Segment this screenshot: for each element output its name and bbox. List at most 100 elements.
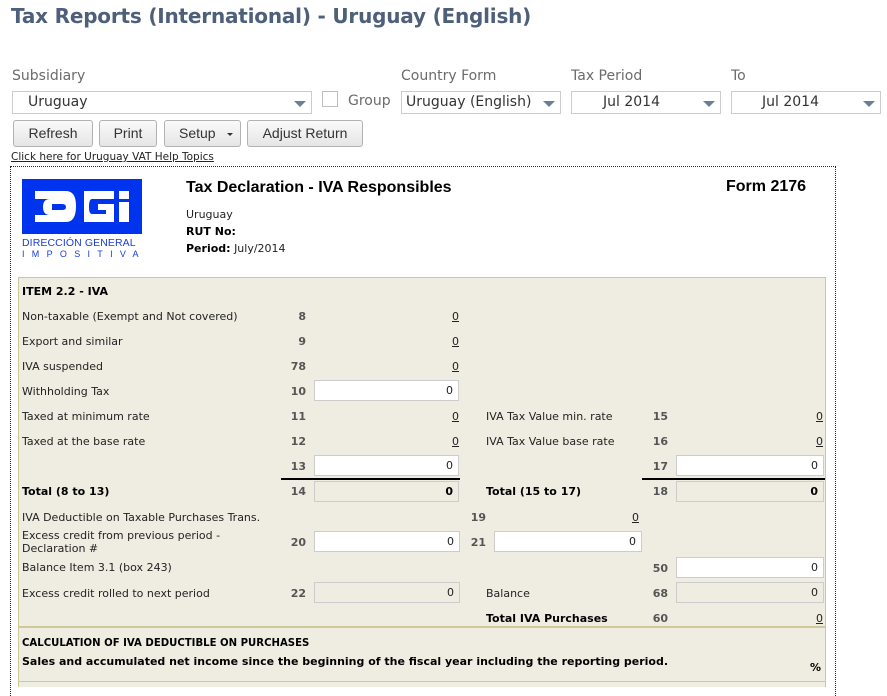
group-checkbox[interactable]: [322, 91, 338, 107]
box-number: 16: [652, 435, 668, 448]
box-13-input[interactable]: 0: [314, 455, 459, 476]
box-number: 21: [470, 536, 486, 549]
row-label: IVA Tax Value base rate: [486, 435, 615, 448]
rut-label: RUT No:: [186, 225, 236, 238]
box-number: 50: [652, 562, 668, 575]
row-label: Excess credit rolled to next period: [22, 587, 210, 600]
to-period-value: Jul 2014: [762, 94, 819, 110]
value-link[interactable]: 0: [780, 435, 823, 448]
chevron-down-icon: [703, 101, 715, 107]
tax-period-label: Tax Period: [571, 68, 643, 84]
excess-rolled-field: 0: [314, 582, 460, 603]
percent-unit: %: [810, 661, 822, 674]
dgi-logo: DIRECCIÓN GENERAL IMPOSITIVA: [22, 179, 142, 261]
dgi-logo-mark: [22, 179, 142, 234]
page-title: Tax Reports (International) - Uruguay (E…: [11, 4, 532, 28]
total-rule: [642, 478, 825, 480]
company-name: Uruguay: [186, 208, 233, 221]
balance-field: 0: [676, 582, 824, 603]
logo-text-line1: DIRECCIÓN GENERAL: [22, 237, 136, 249]
row-label: Withholding Tax: [22, 385, 110, 398]
chevron-down-icon: [294, 101, 306, 107]
chevron-down-icon: [543, 101, 555, 107]
row-label: Balance: [486, 587, 530, 600]
section-divider: [18, 681, 826, 682]
box-number: 15: [652, 410, 668, 423]
excess-credit-input[interactable]: 0: [314, 531, 460, 552]
declaration-number-input[interactable]: 0: [494, 531, 642, 552]
box-number: 10: [290, 385, 306, 398]
to-period-select[interactable]: Jul 2014: [731, 91, 881, 114]
box-number: 22: [290, 587, 306, 600]
subsidiary-label: Subsidiary: [12, 68, 86, 84]
total-8-13-field: 0: [314, 481, 459, 502]
help-topics-link[interactable]: Click here for Uruguay VAT Help Topics: [11, 151, 214, 163]
box-number: 78: [290, 360, 306, 373]
value-link[interactable]: 0: [400, 410, 459, 423]
value-link[interactable]: 0: [400, 335, 459, 348]
period-value: July/2014: [234, 242, 286, 255]
form-number: Form 2176: [726, 178, 807, 195]
country-form-select[interactable]: Uruguay (English): [401, 91, 561, 114]
period-label: Period:: [186, 242, 231, 255]
logo-text-line2: IMPOSITIVA: [22, 249, 146, 259]
box-number: 18: [652, 485, 668, 498]
setup-button[interactable]: Setup: [164, 120, 241, 147]
total-15-17-field: 0: [676, 481, 824, 502]
tax-period-select[interactable]: Jul 2014: [571, 91, 721, 114]
rut-line: RUT No:: [186, 225, 236, 238]
box-number: 9: [298, 335, 306, 348]
caret-down-icon: [227, 133, 233, 136]
box-number: 14: [290, 485, 306, 498]
calculation-heading: CALCULATION OF IVA DEDUCTIBLE ON PURCHAS…: [22, 636, 310, 649]
to-label: To: [731, 68, 746, 84]
box-number: 20: [290, 536, 306, 549]
row-label: IVA Deductible on Taxable Purchases Tran…: [22, 511, 261, 524]
balance-item-input[interactable]: 0: [676, 557, 824, 578]
box-number: 19: [470, 511, 486, 524]
box-number: 60: [652, 612, 668, 625]
value-link[interactable]: 0: [600, 511, 639, 524]
print-button[interactable]: Print: [99, 120, 157, 147]
dgi-logo-icon: [35, 191, 129, 222]
period-line: Period: July/2014: [186, 242, 286, 255]
total-rule: [281, 478, 460, 480]
row-label: IVA suspended: [22, 360, 103, 373]
row-label: Balance Item 3.1 (box 243): [22, 561, 172, 574]
row-label: Export and similar: [22, 335, 123, 348]
withholding-tax-input[interactable]: 0: [314, 380, 459, 401]
value-link[interactable]: 0: [400, 310, 459, 323]
box-number: 68: [652, 587, 668, 600]
value-link[interactable]: 0: [400, 360, 459, 373]
declaration-title: Tax Declaration - IVA Responsibles: [186, 179, 452, 196]
value-link[interactable]: 0: [780, 612, 823, 625]
country-form-label: Country Form: [401, 68, 497, 84]
chevron-down-icon: [863, 101, 875, 107]
group-label[interactable]: Group: [348, 93, 391, 109]
tax-period-value: Jul 2014: [603, 94, 660, 110]
row-label: Excess credit from previous period - Dec…: [22, 529, 221, 555]
row-label: Taxed at the base rate: [22, 435, 146, 448]
row-label: Total IVA Purchases: [486, 612, 608, 625]
box-number: 17: [652, 460, 668, 473]
adjust-return-button[interactable]: Adjust Return: [247, 120, 363, 147]
row-label: Taxed at minimum rate: [22, 410, 150, 423]
subsidiary-value: Uruguay: [28, 94, 88, 110]
row-label: Non-taxable (Exempt and Not covered): [22, 310, 238, 323]
calculation-text: Sales and accumulated net income since t…: [22, 655, 669, 668]
section-heading: ITEM 2.2 - IVA: [22, 285, 108, 298]
country-form-value: Uruguay (English): [406, 94, 532, 110]
value-link[interactable]: 0: [400, 435, 459, 448]
box-number: 12: [290, 435, 306, 448]
box-number: 13: [290, 460, 306, 473]
row-label: IVA Tax Value min. rate: [486, 410, 613, 423]
row-label: Total (8 to 13): [22, 485, 110, 498]
box-number: 11: [290, 410, 306, 423]
row-label: Total (15 to 17): [486, 485, 582, 498]
subsidiary-select[interactable]: Uruguay: [12, 91, 312, 114]
refresh-button[interactable]: Refresh: [13, 120, 93, 147]
setup-label: Setup: [179, 125, 216, 141]
box-17-input[interactable]: 0: [676, 455, 824, 476]
box-number: 8: [298, 310, 306, 323]
value-link[interactable]: 0: [780, 410, 823, 423]
